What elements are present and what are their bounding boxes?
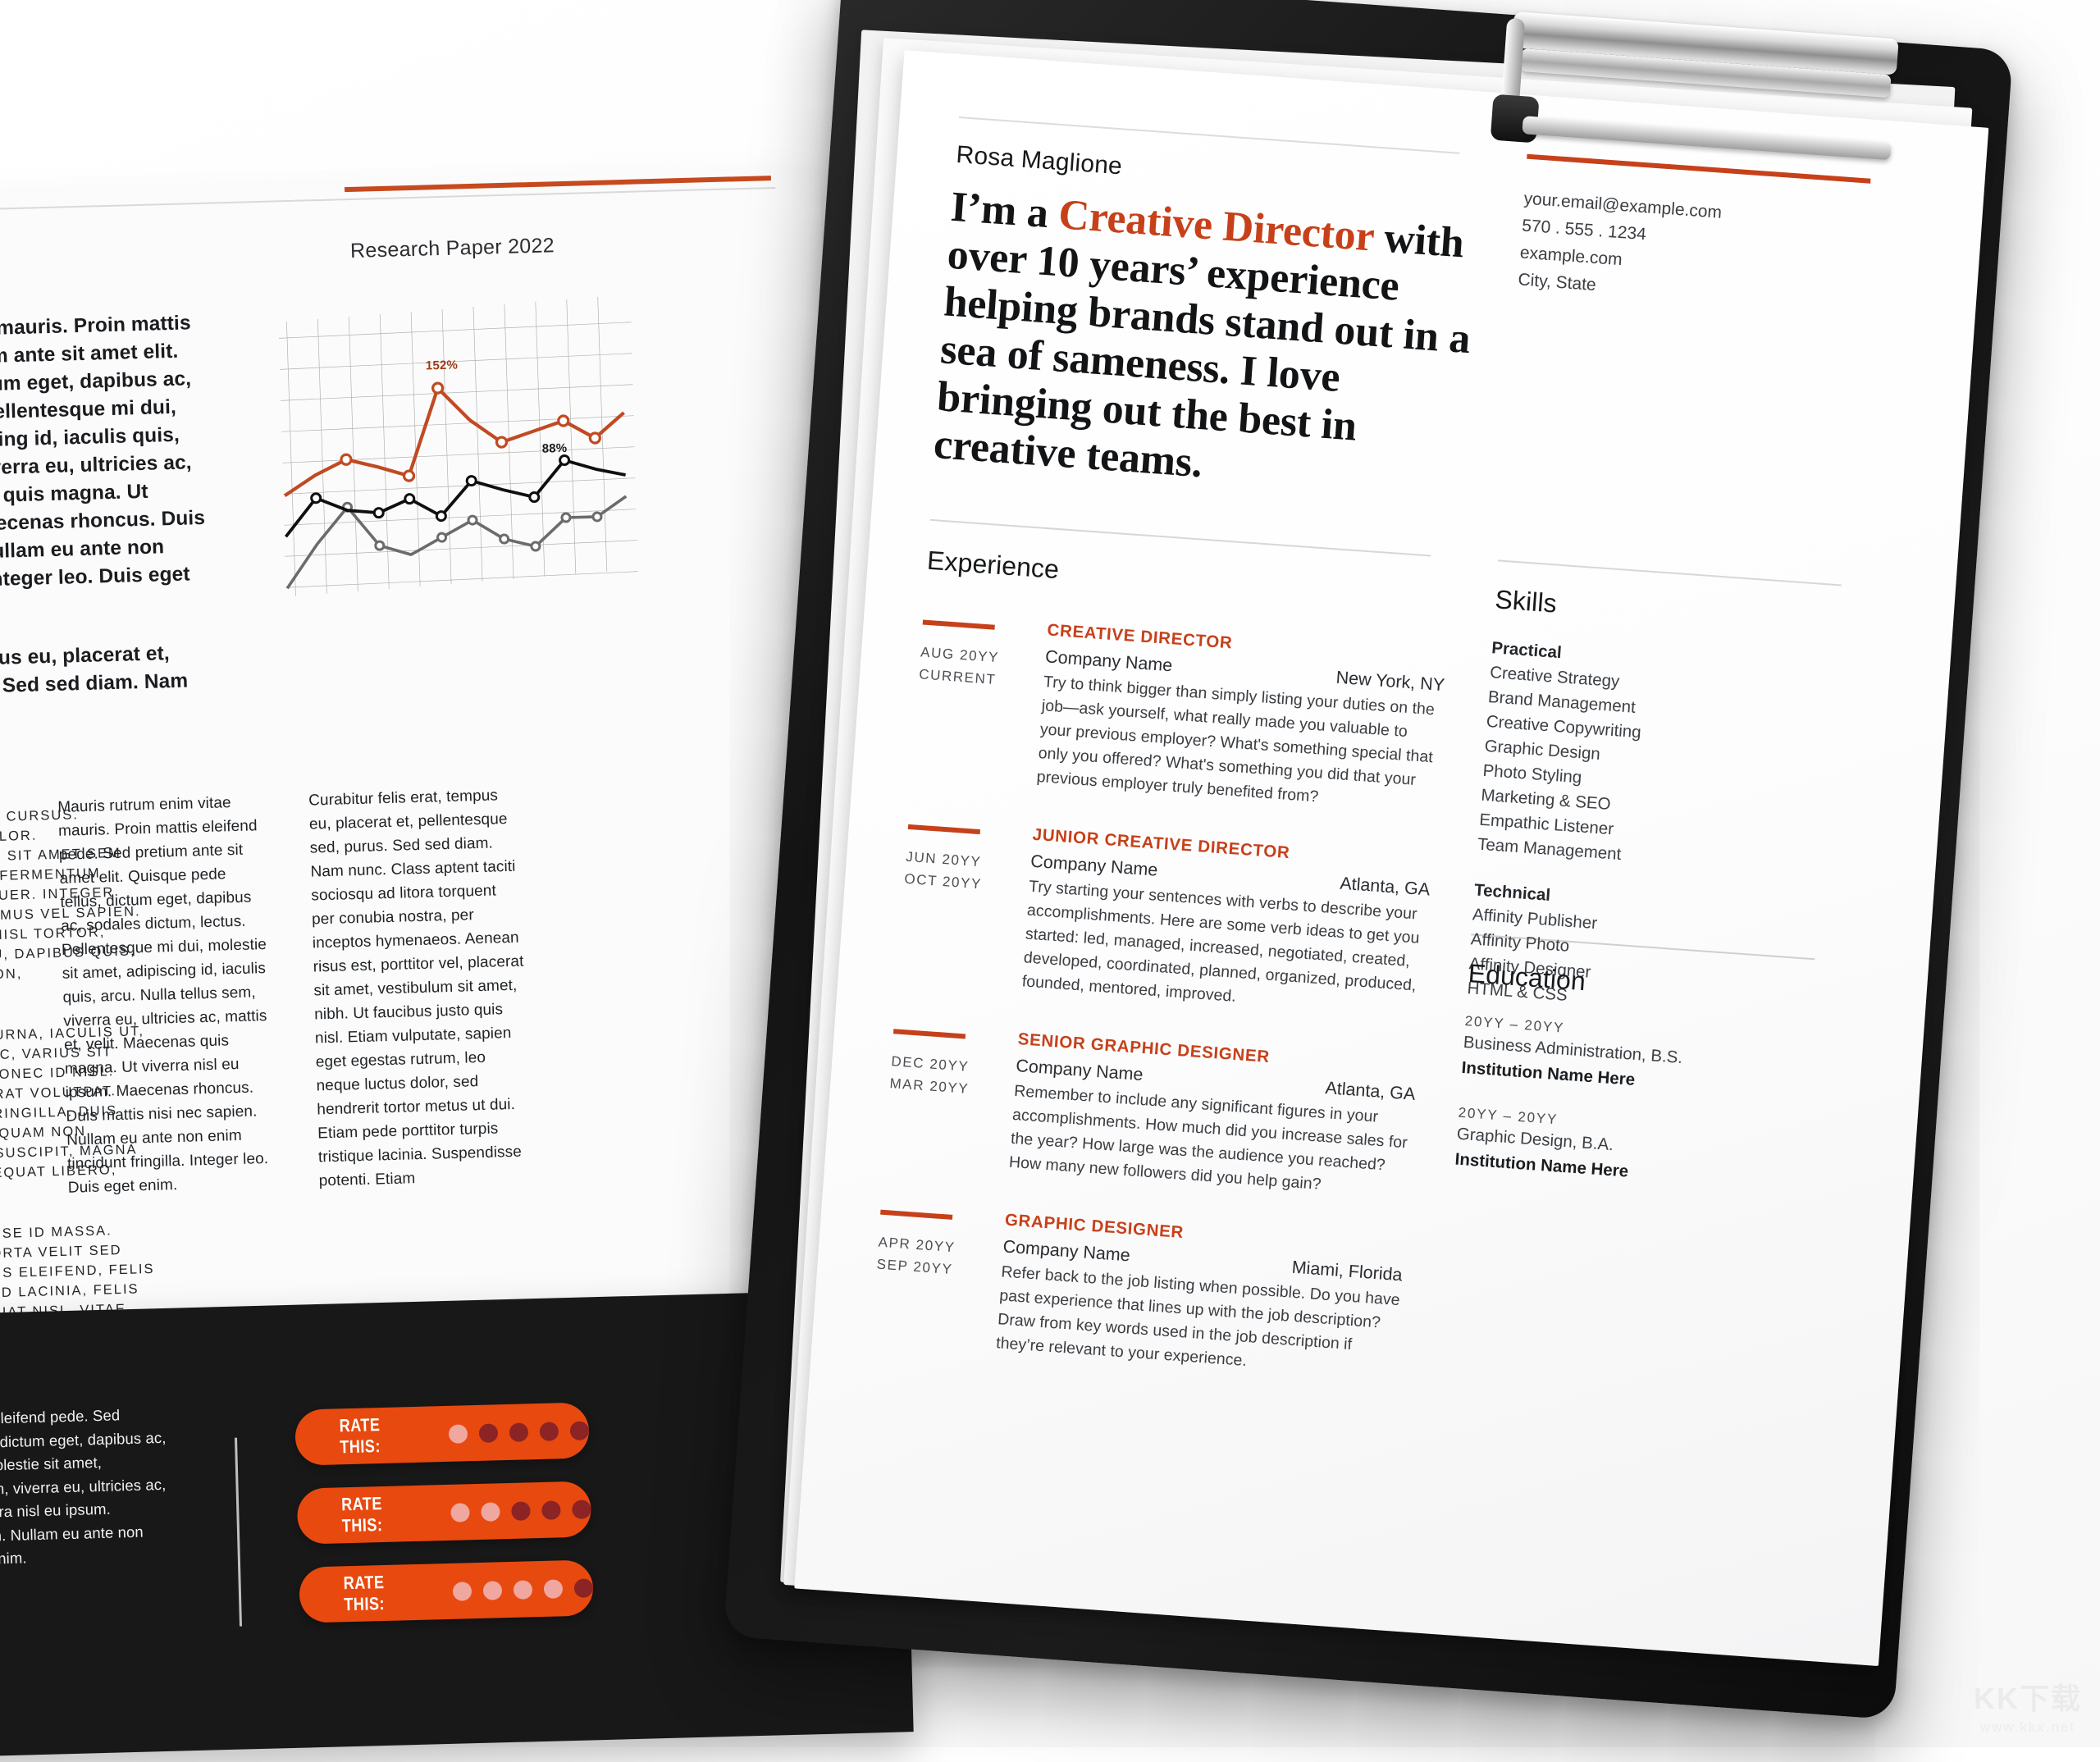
rating-dot[interactable] — [450, 1502, 470, 1522]
experience-item-bar — [892, 1029, 966, 1039]
rating-dot[interactable] — [509, 1422, 529, 1442]
experience-item-bar — [880, 1209, 953, 1220]
experience-item-location: New York, NY — [1335, 667, 1445, 696]
chart-gridlines — [278, 296, 638, 596]
experience-item: APR 20YY SEP 20YY GRAPHIC DESIGNER Compa… — [871, 1202, 1405, 1384]
experience-item-dates: APR 20YY SEP 20YY — [876, 1231, 978, 1282]
rate-button-label: RATE THIS: — [343, 1572, 386, 1615]
clipboard-clip[interactable] — [1454, 0, 1924, 205]
rating-dot[interactable] — [543, 1578, 564, 1599]
rate-button-label: RATE THIS: — [340, 1493, 383, 1536]
experience-item-description: Try to think bigger than simply listing … — [1035, 673, 1436, 806]
rating-dot[interactable] — [541, 1500, 561, 1520]
list-item: 3 SUSPENDISSE ID MASSA. NULLAM PORTA VEL… — [0, 1216, 237, 1318]
rating-dot[interactable] — [573, 1577, 594, 1598]
skills-group-practical: Practical Creative Strategy Brand Manage… — [1477, 636, 1844, 882]
resume-sheet: Rosa Maglione I’m a Creative Director wi… — [794, 50, 1989, 1667]
experience-item-dates: JUN 20YY OCT 20YY — [904, 846, 1006, 897]
rating-dot[interactable] — [513, 1579, 533, 1600]
experience-item: AUG 20YY CURRENT CREATIVE DIRECTOR Compa… — [911, 612, 1447, 818]
paper-title: Research Paper 2022 — [349, 234, 555, 262]
paper-lower-columns: Mauris rutrum enim vitae mauris. Proin m… — [57, 776, 806, 1200]
scene: Maglione Research Paper 2022 Mauris rutr… — [0, 0, 2100, 1762]
rate-this-button[interactable]: RATE THIS: — [294, 1402, 590, 1466]
paper-intro-paragraph-1: Mauris rutrum enim vitae mauris. Proin m… — [0, 312, 206, 596]
paper-intro-paragraph-2: Curabitur felis erat, tempus eu, placera… — [0, 642, 189, 704]
paper-intro-body: Mauris rutrum enim vitae mauris. Proin m… — [0, 309, 220, 735]
clipboard: Rosa Maglione I’m a Creative Director wi… — [723, 0, 2014, 1720]
skills-heading: Skills — [1494, 584, 1559, 619]
rating-dots[interactable] — [448, 1420, 590, 1444]
rate-this-button[interactable]: RATE THIS: — [296, 1481, 592, 1545]
resume-headline: I’m a Creative Director with over 10 yea… — [932, 184, 1488, 507]
rating-dot[interactable] — [481, 1501, 500, 1522]
paper-column-2: Curabitur felis erat, tempus eu, placera… — [308, 787, 524, 1190]
rating-dot[interactable] — [478, 1422, 499, 1443]
experience-item-location: Atlanta, GA — [1324, 1078, 1417, 1104]
list-item-text: SUSPENDISSE ID MASSA. NULLAM PORTA VELIT… — [0, 1223, 155, 1318]
experience-item: JUN 20YY OCT 20YY JUNIOR CREATIVE DIRECT… — [897, 816, 1432, 1022]
rating-dot[interactable] — [572, 1499, 591, 1519]
watermark-main: KK下载 — [1974, 1682, 2082, 1715]
experience-item: DEC 20YY MAR 20YY SENIOR GRAPHIC DESIGNE… — [883, 1020, 1418, 1203]
chart-series-2 — [284, 459, 626, 538]
rating-dot[interactable] — [539, 1421, 559, 1441]
chart-annotation-88: 88% — [541, 440, 568, 456]
skills-section: Skills Practical Creative Strategy Brand… — [1467, 584, 1848, 1025]
rating-dot[interactable] — [482, 1580, 503, 1600]
chart-svg — [278, 296, 638, 596]
headline-after: with over 10 years’ experience helping b… — [932, 213, 1472, 487]
clip-lower-bar — [1522, 116, 1892, 161]
chart-annotation-152: 152% — [425, 358, 459, 373]
rating-dot[interactable] — [452, 1581, 472, 1601]
experience-item-location: Atlanta, GA — [1339, 873, 1431, 900]
rating-dot[interactable] — [569, 1420, 590, 1440]
experience-item-bar — [922, 619, 995, 630]
research-paper-spread: Maglione Research Paper 2022 Mauris rutr… — [0, 167, 851, 1319]
skills-divider — [1497, 559, 1842, 587]
paper-footer-text: Mauris rutrum enim vitae mauris. Proin m… — [0, 1406, 167, 1575]
watermark-sub: www.kkx.net — [1979, 1719, 2076, 1735]
paper-grey-rule — [0, 186, 776, 215]
watermark: KK下载 www.kkx.net — [1974, 1675, 2082, 1736]
chart-series-3-markers — [342, 501, 603, 552]
experience-item-bar — [907, 824, 980, 835]
resume-contact-block: your.email@example.com 570 . 555 . 1234 … — [1517, 185, 1868, 318]
resume: Rosa Maglione I’m a Creative Director wi… — [794, 50, 1988, 1666]
headline-before: I’m a — [949, 183, 1061, 238]
rating-dot[interactable] — [448, 1423, 468, 1444]
education-item: 20YY – 20YY Graphic Design, B.A. Institu… — [1454, 1105, 1811, 1198]
footer-divider — [234, 1437, 243, 1627]
chart-series-1 — [283, 386, 625, 497]
rating-dot[interactable] — [511, 1500, 531, 1521]
rating-dots[interactable] — [452, 1577, 594, 1601]
rating-dots[interactable] — [450, 1499, 591, 1522]
resume-name: Rosa Maglione — [955, 140, 1124, 180]
experience-item-description: Try starting your sentences with verbs t… — [1021, 877, 1421, 1006]
rate-button-label: RATE THIS: — [339, 1414, 381, 1458]
experience-item-dates: AUG 20YY CURRENT — [918, 641, 1020, 692]
experience-section: Experience AUG 20YY CURRENT CREATIVE DIR… — [871, 545, 1452, 1384]
education-section: Education 20YY – 20YY Business Administr… — [1454, 958, 1822, 1197]
education-item: 20YY – 20YY Business Administration, B.S… — [1461, 1013, 1818, 1106]
rate-this-button[interactable]: RATE THIS: — [299, 1559, 594, 1623]
experience-item-dates: DEC 20YY MAR 20YY — [889, 1050, 991, 1101]
experience-item-location: Miami, Florida — [1290, 1257, 1404, 1285]
rate-buttons-group: RATE THIS: RATE THIS: RATE THIS: — [294, 1402, 594, 1646]
research-line-chart: 152% 88% — [278, 296, 639, 600]
paper-column-1: Mauris rutrum enim vitae mauris. Proin m… — [57, 794, 269, 1197]
experience-heading: Experience — [926, 545, 1061, 585]
